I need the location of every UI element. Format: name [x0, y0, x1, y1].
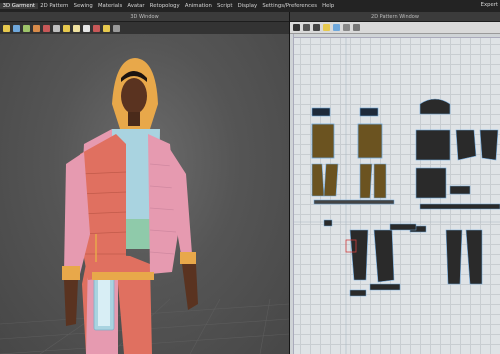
internal-line-icon[interactable] [343, 24, 350, 31]
plaid-vest-pieces [311, 107, 395, 205]
avatar-head [121, 78, 147, 114]
polygon-icon[interactable] [313, 24, 320, 31]
menu-materials[interactable]: Materials [95, 3, 124, 9]
menu-retopology[interactable]: Retopology [147, 3, 182, 9]
camera-icon[interactable] [63, 24, 70, 32]
fold-icon[interactable] [23, 24, 30, 32]
menu-script[interactable]: Script [214, 3, 235, 9]
menu-avatar[interactable]: Avatar [125, 3, 147, 9]
3d-viewport[interactable] [0, 34, 289, 354]
2d-pattern-viewport[interactable] [290, 34, 500, 354]
menu-settings-preferences[interactable]: Settings/Preferences [260, 3, 320, 9]
ruler-left [290, 34, 294, 354]
mode-label[interactable]: Expert [481, 2, 498, 8]
circle-icon[interactable] [333, 24, 340, 31]
3d-scene [0, 58, 289, 354]
menu-sewing[interactable]: Sewing [71, 3, 95, 9]
ruler-top [290, 34, 500, 38]
dart-icon[interactable] [353, 24, 360, 31]
tack-icon[interactable] [43, 24, 50, 32]
toolbar-3d [0, 22, 289, 34]
select-icon[interactable] [3, 24, 10, 32]
menu-display[interactable]: Display [235, 3, 260, 9]
menu-3d-garment[interactable]: 3D Garment [0, 3, 38, 9]
edit-point-icon[interactable] [303, 24, 310, 31]
pants-pieces [323, 219, 483, 297]
brush-icon[interactable] [83, 24, 90, 32]
menu-bar: 3D Garment 2D Pattern Sewing Materials A… [0, 0, 500, 12]
dark-jacket-pieces [409, 98, 500, 233]
lock-icon[interactable] [103, 24, 110, 32]
menu-animation[interactable]: Animation [182, 3, 214, 9]
jacket-hem [92, 272, 154, 280]
toolbar-2d [290, 22, 500, 34]
window-title-2d: 2D Pattern Window [290, 12, 500, 22]
texture-icon[interactable] [73, 24, 80, 32]
measure-icon[interactable] [53, 24, 60, 32]
move-icon[interactable] [13, 24, 20, 32]
menu-help[interactable]: Help [320, 3, 337, 9]
transform-pattern-icon[interactable] [293, 24, 300, 31]
eraser-icon[interactable] [93, 24, 100, 32]
pattern-canvas [290, 34, 500, 354]
rectangle-icon[interactable] [323, 24, 330, 31]
window-title-3d: 3D Window [0, 12, 289, 22]
pin-icon[interactable] [33, 24, 40, 32]
display-icon[interactable] [113, 24, 120, 32]
menu-2d-pattern[interactable]: 2D Pattern [38, 3, 71, 9]
